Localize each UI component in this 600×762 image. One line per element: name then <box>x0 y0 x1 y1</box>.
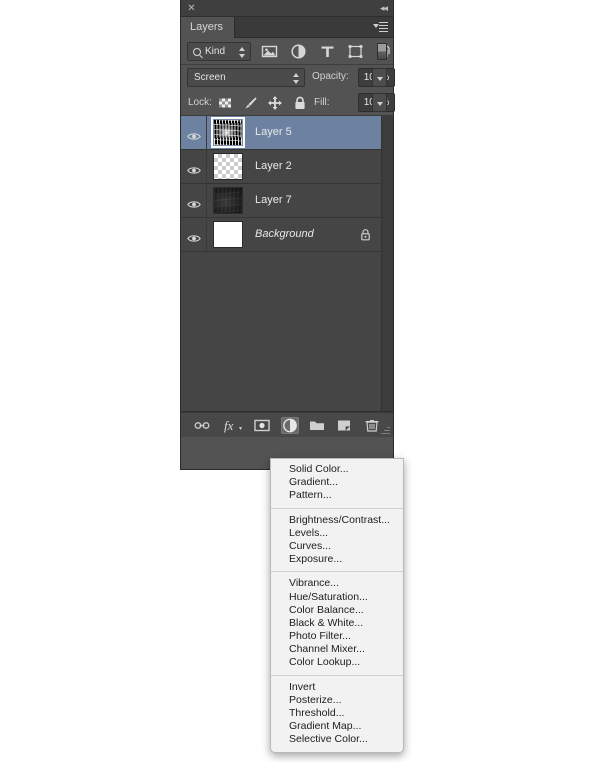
menu-item-threshold[interactable]: Threshold... <box>271 707 403 720</box>
lock-label: Lock: <box>188 97 212 108</box>
eye-icon <box>187 230 201 242</box>
panel-menu-icon[interactable] <box>373 21 388 33</box>
lock-image-pixels[interactable] <box>242 95 258 111</box>
menu-item-photo-filter[interactable]: Photo Filter... <box>271 630 403 643</box>
layer-list: Layer 5 Layer 2 Layer 7 Background <box>181 116 393 412</box>
layer-visibility-toggle[interactable] <box>181 150 207 183</box>
new-adjustment-layer-button[interactable] <box>281 417 299 434</box>
menu-item-solid-color[interactable]: Solid Color... <box>271 463 403 476</box>
delete-layer-button[interactable] <box>363 417 381 434</box>
menu-item-invert[interactable]: Invert <box>271 681 403 694</box>
screen: ✕ ◂◂ Layers Kind Screen Opacity: Lock: F… <box>0 0 600 762</box>
lock-all[interactable] <box>292 95 308 111</box>
blend-mode-select[interactable]: Screen <box>187 68 305 87</box>
menu-group-fill: Solid Color... Gradient... Pattern... <box>271 463 403 503</box>
layer-style-button[interactable]: fx <box>223 417 245 434</box>
menu-item-levels[interactable]: Levels... <box>271 527 403 540</box>
layer-visibility-toggle[interactable] <box>181 116 207 149</box>
menu-item-black-and-white[interactable]: Black & White... <box>271 617 403 630</box>
menu-item-hue-saturation[interactable]: Hue/Saturation... <box>271 591 403 604</box>
menu-group-special: Invert Posterize... Threshold... Gradien… <box>271 681 403 747</box>
menu-item-channel-mixer[interactable]: Channel Mixer... <box>271 643 403 656</box>
svg-text:fx: fx <box>224 418 234 433</box>
menu-lines-icon <box>379 22 388 34</box>
new-layer-button[interactable] <box>335 417 353 434</box>
menu-item-brightness-contrast[interactable]: Brightness/Contrast... <box>271 514 403 527</box>
filter-kind-label: Kind <box>205 46 226 57</box>
panel-titlebar: ✕ ◂◂ <box>181 0 393 17</box>
filter-enable-toggle[interactable] <box>377 43 387 60</box>
new-group-button[interactable] <box>308 417 326 434</box>
filter-kind-stepper[interactable] <box>239 47 246 58</box>
lock-position[interactable] <box>267 95 283 111</box>
layer-thumbnail[interactable] <box>213 187 243 214</box>
menu-separator <box>271 507 403 509</box>
search-icon <box>193 48 201 56</box>
eye-icon <box>187 196 201 208</box>
eye-icon <box>187 162 201 174</box>
menu-item-gradient-map[interactable]: Gradient Map... <box>271 720 403 733</box>
layers-panel: ✕ ◂◂ Layers Kind Screen Opacity: Lock: F… <box>180 0 395 470</box>
menu-separator <box>271 674 403 676</box>
padlock-icon <box>360 228 371 241</box>
menu-item-exposure[interactable]: Exposure... <box>271 553 403 566</box>
table-row[interactable]: Layer 5 <box>181 116 393 150</box>
menu-item-posterize[interactable]: Posterize... <box>271 694 403 707</box>
add-layer-mask-button[interactable] <box>253 417 271 434</box>
layer-list-scrollbar[interactable] <box>381 116 393 411</box>
table-row[interactable]: Layer 7 <box>181 184 393 218</box>
menu-group-tonal: Brightness/Contrast... Levels... Curves.… <box>271 514 403 567</box>
menu-item-gradient[interactable]: Gradient... <box>271 476 403 489</box>
fill-label: Fill: <box>314 97 330 108</box>
menu-separator <box>271 571 403 573</box>
filter-pixel-layers[interactable] <box>261 43 278 60</box>
close-icon[interactable]: ✕ <box>186 3 197 14</box>
filter-adjustment-layers[interactable] <box>290 43 307 60</box>
blend-mode-value: Screen <box>194 72 226 83</box>
layer-name[interactable]: Background <box>255 228 314 240</box>
menu-item-color-lookup[interactable]: Color Lookup... <box>271 656 403 669</box>
menu-item-curves[interactable]: Curves... <box>271 540 403 553</box>
eye-icon <box>187 128 201 140</box>
lock-transparent-pixels[interactable] <box>217 95 233 111</box>
panel-tabbar: Layers <box>181 17 393 38</box>
blend-opacity-bar: Screen Opacity: 100% <box>181 65 395 90</box>
table-row[interactable]: Layer 2 <box>181 150 393 184</box>
blend-mode-stepper[interactable] <box>293 73 300 84</box>
menu-item-pattern[interactable]: Pattern... <box>271 489 403 502</box>
layer-visibility-toggle[interactable] <box>181 184 207 217</box>
layer-visibility-toggle[interactable] <box>181 218 207 251</box>
filter-kind-select[interactable]: Kind <box>187 42 251 61</box>
menu-group-color: Vibrance... Hue/Saturation... Color Bala… <box>271 577 403 669</box>
layer-thumbnail[interactable] <box>213 153 243 180</box>
fill-dropdown-arrow[interactable] <box>372 93 387 112</box>
layer-name[interactable]: Layer 2 <box>255 160 292 172</box>
link-layers-button[interactable] <box>193 417 211 434</box>
resize-grip-icon[interactable] <box>381 425 390 434</box>
layer-thumbnail[interactable] <box>211 117 245 148</box>
menu-item-selective-color[interactable]: Selective Color... <box>271 733 403 746</box>
menu-item-vibrance[interactable]: Vibrance... <box>271 577 403 590</box>
menu-item-color-balance[interactable]: Color Balance... <box>271 604 403 617</box>
opacity-label: Opacity: <box>312 71 349 82</box>
table-row[interactable]: Background <box>181 218 393 252</box>
layers-panel-toolbar: fx <box>181 412 393 437</box>
tab-layers[interactable]: Layers <box>181 17 235 38</box>
layer-thumbnail[interactable] <box>213 221 243 248</box>
filter-type-layers[interactable] <box>319 43 336 60</box>
opacity-dropdown-arrow[interactable] <box>372 68 387 87</box>
layer-filter-bar: Kind <box>181 38 393 65</box>
new-adjustment-layer-menu: Solid Color... Gradient... Pattern... Br… <box>270 458 404 753</box>
lock-bar: Lock: Fill: <box>181 90 395 116</box>
collapse-panel-icon[interactable]: ◂◂ <box>380 3 388 14</box>
filter-shape-layers[interactable] <box>347 43 364 60</box>
layer-name[interactable]: Layer 7 <box>255 194 292 206</box>
layer-name[interactable]: Layer 5 <box>255 126 292 138</box>
